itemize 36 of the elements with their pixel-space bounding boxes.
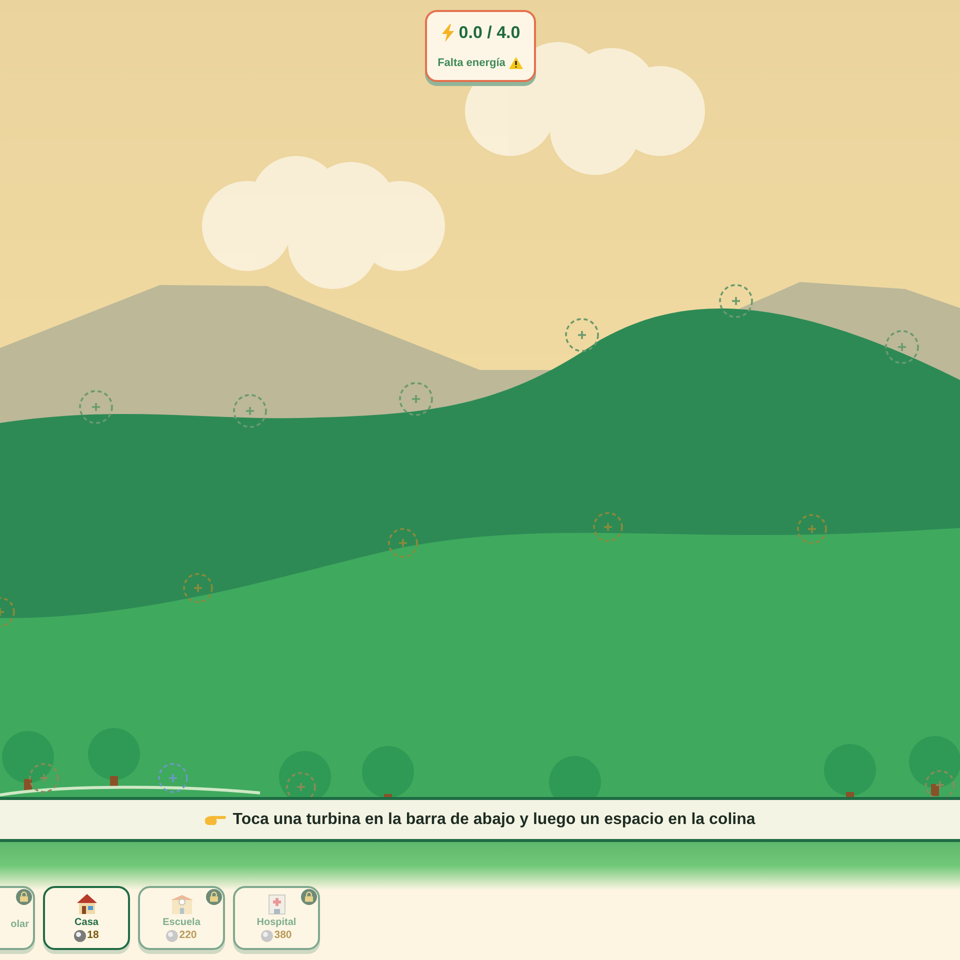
building-name: Escuela	[162, 917, 200, 930]
tree	[362, 746, 414, 797]
empty-slot-icon[interactable]	[925, 770, 955, 797]
tree	[824, 744, 876, 797]
lightning-icon	[440, 24, 455, 42]
warning-icon	[509, 57, 524, 69]
empty-slot-icon[interactable]	[233, 394, 267, 428]
coin-icon	[166, 930, 178, 942]
building-name: Casa	[74, 917, 98, 930]
price-value: 220	[179, 929, 197, 942]
house-icon	[74, 892, 98, 916]
price-value: 380	[274, 929, 292, 942]
tree	[88, 728, 140, 788]
empty-slot-icon[interactable]	[79, 390, 113, 424]
tree	[549, 756, 601, 797]
instruction-text: Toca una turbina en la barra de abajo y luego un espacio en la colina	[232, 810, 756, 830]
price-value: 18	[87, 929, 99, 942]
empty-slot-icon[interactable]	[719, 284, 753, 318]
energy-warning: Falta energía	[438, 56, 506, 71]
lock-icon	[206, 889, 222, 905]
empty-slot-icon[interactable]	[565, 318, 599, 352]
tree	[279, 751, 331, 797]
tree	[909, 736, 960, 796]
building-name: olar	[10, 919, 29, 931]
school-icon	[170, 892, 194, 916]
lock-icon	[301, 889, 317, 905]
empty-slot-icon[interactable]	[399, 382, 433, 416]
energy-reading: 0.0 / 4.0	[458, 22, 520, 44]
empty-slot-icon[interactable]	[29, 763, 59, 793]
lock-icon	[16, 889, 32, 905]
coin-icon	[74, 930, 86, 942]
coin-icon	[261, 930, 274, 942]
tree	[2, 731, 54, 791]
empty-slot-icon[interactable]	[158, 763, 188, 793]
empty-slot-icon[interactable]	[885, 330, 919, 364]
building-name: Hospital	[256, 917, 296, 930]
